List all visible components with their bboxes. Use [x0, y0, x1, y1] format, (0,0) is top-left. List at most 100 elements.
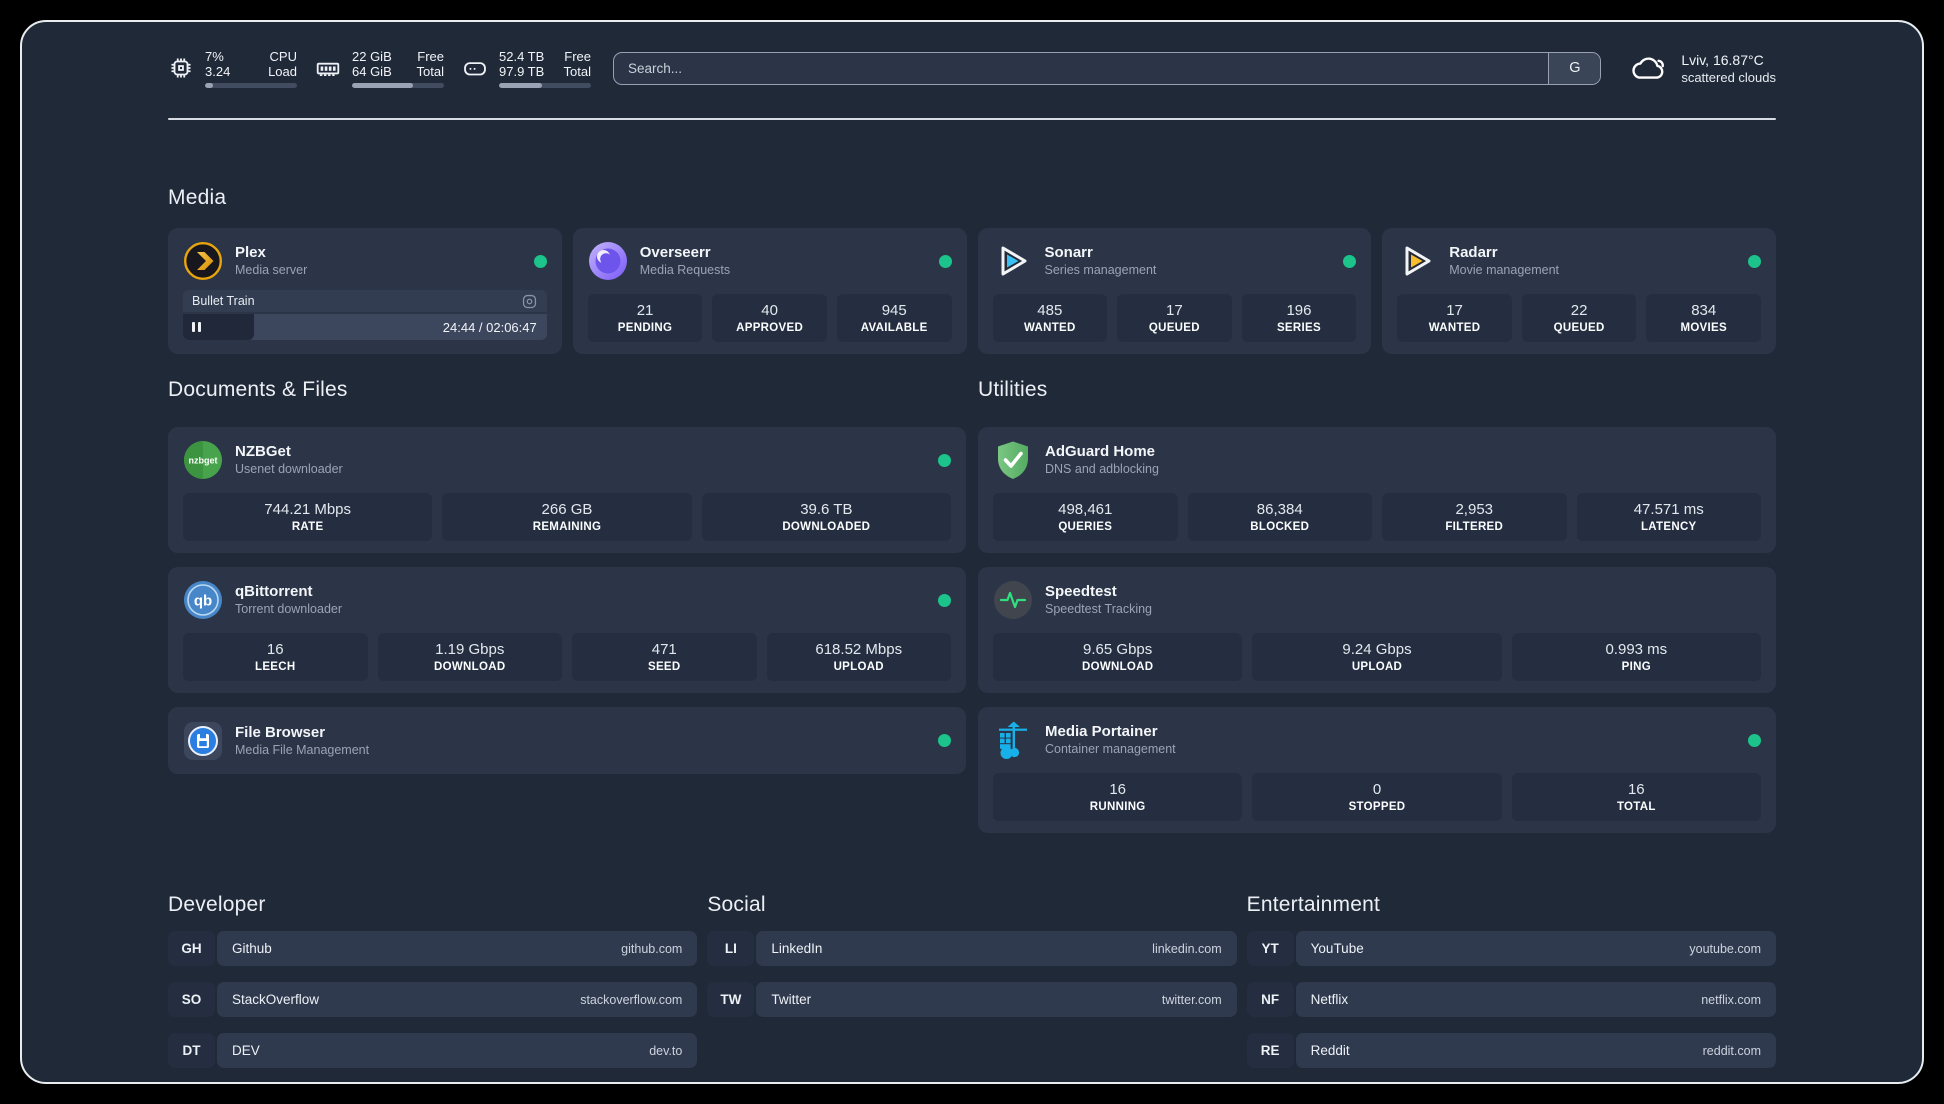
search-input[interactable] [614, 52, 1549, 84]
stat-value: 945 [881, 301, 907, 319]
bookmark-name: YouTube [1310, 941, 1364, 956]
service-card-plex[interactable]: Plex Media server Bullet Train 24:44 / 0… [168, 228, 562, 354]
bookmark-twitter[interactable]: TW Twitter twitter.com [707, 982, 1237, 1017]
stat-block: 21 PENDING [587, 294, 703, 342]
stat-block: 0 STOPPED [1252, 773, 1502, 821]
bookmark-url: youtube.com [1689, 941, 1761, 956]
status-dot [938, 734, 951, 747]
service-card-nzbget[interactable]: nzbget NZBGet Usenet downloader 744.21 M… [168, 427, 966, 553]
bookmark-url: dev.to [649, 1043, 683, 1058]
service-card-qbittorrent[interactable]: qb qBittorrent Torrent downloader 16 LEE… [168, 567, 966, 693]
service-card-sonarr[interactable]: Sonarr Series management 485 WANTED 17 Q… [977, 228, 1372, 354]
memory-icon [315, 55, 341, 81]
cpu-load-value: 3.24 [205, 63, 231, 79]
bookmark-name: Github [232, 941, 272, 956]
bookmark-url: twitter.com [1161, 992, 1222, 1007]
stat-label: QUEUED [1148, 321, 1200, 334]
bookmark-dev[interactable]: DT DEV dev.to [168, 1033, 698, 1068]
stat-label: RATE [291, 520, 324, 533]
stat-block: 9.65 Gbps DOWNLOAD [993, 633, 1243, 681]
bookmark-url: reddit.com [1702, 1043, 1761, 1058]
service-subtitle: Series management [1044, 263, 1157, 277]
service-title: Sonarr [1044, 244, 1093, 261]
section-title-entertainment: Entertainment [1246, 893, 1380, 916]
cpu-load-label: Load [268, 63, 297, 79]
search-provider-button[interactable]: G [1548, 52, 1601, 84]
stat-value: 196 [1286, 301, 1312, 319]
radarr-icon [1397, 241, 1437, 281]
stat-label: REMAINING [532, 520, 602, 533]
system-widgets: 7% 3.24 CPU Load 22 GiB 64 GiB Free Tota… [168, 49, 591, 88]
qbittorrent-icon: qb [183, 580, 223, 620]
service-card-portainer[interactable]: Media Portainer Container management 16 … [978, 707, 1776, 833]
dashboard-panel: 7% 3.24 CPU Load 22 GiB 64 GiB Free Tota… [20, 20, 1924, 1084]
service-title: qBittorrent [235, 583, 313, 600]
weather-condition: scattered clouds [1681, 69, 1776, 85]
service-card-overseerr[interactable]: Overseerr Media Requests 21 PENDING 40 A… [572, 228, 967, 354]
service-card-radarr[interactable]: Radarr Movie management 17 WANTED 22 QUE… [1382, 228, 1776, 354]
stat-label: BLOCKED [1250, 520, 1310, 533]
stat-value: 834 [1691, 301, 1717, 319]
bookmarks-row: Developer GH Github github.com SO StackO… [168, 893, 1776, 1068]
memory-free-label: Free [417, 48, 444, 64]
stat-block: 9.24 Gbps UPLOAD [1252, 633, 1502, 681]
stat-value: 17 [1446, 301, 1463, 319]
disk-progress-fill [499, 82, 543, 88]
header-divider [168, 118, 1776, 120]
bookmark-stackoverflow[interactable]: SO StackOverflow stackoverflow.com [168, 982, 698, 1017]
stat-block: 16 TOTAL [1511, 773, 1761, 821]
nzbget-icon: nzbget [183, 440, 223, 480]
stat-value: 39.6 TB [800, 500, 853, 518]
service-title: Plex [235, 244, 266, 261]
bookmark-youtube[interactable]: YT YouTube youtube.com [1246, 931, 1776, 966]
bookmark-abbr: GH [168, 931, 215, 966]
cloud-icon [1629, 53, 1669, 84]
bookmark-linkedin[interactable]: LI LinkedIn linkedin.com [707, 931, 1237, 966]
stat-block: 0.993 ms PING [1511, 633, 1761, 681]
service-card-filebrowser[interactable]: File Browser Media File Management [168, 707, 966, 774]
stat-value: 471 [651, 640, 677, 658]
bookmark-abbr: RE [1246, 1033, 1294, 1068]
disk-icon [462, 55, 488, 81]
weather-widget[interactable]: Lviv, 16.87°C scattered clouds [1629, 51, 1776, 86]
stat-label: SERIES [1276, 321, 1321, 334]
service-card-speedtest[interactable]: Speedtest Speedtest Tracking 9.65 Gbps D… [978, 567, 1776, 693]
memory-free-value: 22 GiB [352, 48, 392, 64]
stat-label: QUEUED [1553, 321, 1605, 334]
stat-block: 744.21 Mbps RATE [183, 493, 433, 541]
plex-now-playing: Bullet Train 24:44 / 02:06:47 [183, 290, 547, 340]
stat-label: MOVIES [1680, 321, 1727, 334]
stat-block: 945 AVAILABLE [836, 294, 952, 342]
adguard-icon [993, 440, 1033, 480]
stat-value: 1.19 Gbps [435, 640, 505, 658]
disk-total-value: 97.9 TB [499, 63, 545, 79]
bookmark-reddit[interactable]: RE Reddit reddit.com [1246, 1033, 1776, 1068]
bookmark-netflix[interactable]: NF Netflix netflix.com [1246, 982, 1776, 1017]
bookmark-abbr: TW [707, 982, 755, 1017]
stat-block: 16 LEECH [183, 633, 368, 681]
stat-block: 1.19 Gbps DOWNLOAD [377, 633, 562, 681]
section-title-media: Media [168, 186, 227, 209]
bookmark-name: Reddit [1310, 1043, 1350, 1058]
bookmark-group-social: Social LI LinkedIn linkedin.com TW Twitt… [707, 893, 1237, 1068]
status-dot [1343, 254, 1357, 268]
stat-value: 9.65 Gbps [1083, 640, 1153, 658]
search-bar: G [613, 51, 1602, 85]
service-card-adguard[interactable]: AdGuard Home DNS and adblocking 498,461 … [978, 427, 1776, 553]
media-cards-row: Plex Media server Bullet Train 24:44 / 0… [168, 228, 1776, 354]
disk-free-value: 52.4 TB [499, 48, 545, 64]
filebrowser-icon [183, 721, 223, 761]
stat-block: 22 QUEUED [1521, 294, 1637, 342]
stat-label: RUNNING [1089, 800, 1146, 813]
service-subtitle: Movie management [1449, 263, 1560, 277]
stat-block: 266 GB REMAINING [442, 493, 692, 541]
stat-label: LATENCY [1640, 520, 1697, 533]
cpu-icon [168, 55, 194, 81]
stat-block: 196 SERIES [1241, 294, 1357, 342]
stat-block: 498,461 QUERIES [993, 493, 1178, 541]
utilities-column: AdGuard Home DNS and adblocking 498,461 … [978, 427, 1776, 833]
bookmark-abbr: YT [1246, 931, 1294, 966]
stat-label: AVAILABLE [860, 321, 928, 334]
bookmark-abbr: DT [168, 1033, 215, 1068]
bookmark-github[interactable]: GH Github github.com [168, 931, 698, 966]
